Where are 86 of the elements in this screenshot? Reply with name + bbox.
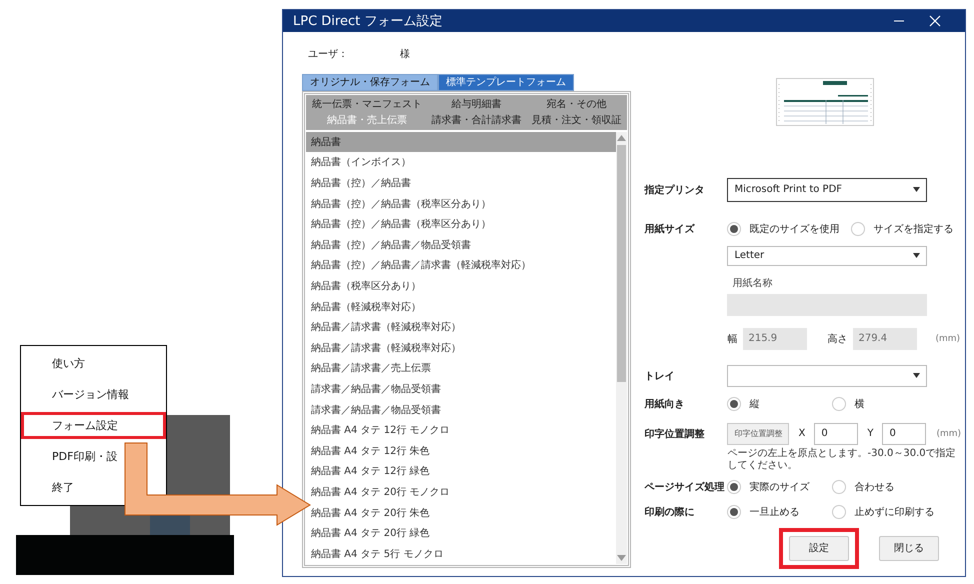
hint-text: ページの左上を原点とします。-30.0～30.0で指定してください。: [727, 448, 957, 472]
radio-label: 一旦止める: [749, 506, 800, 519]
width-field[interactable]: 215.9: [743, 328, 808, 350]
radio-button[interactable]: [832, 396, 846, 411]
category-tab[interactable]: 見積・注文・領収証: [531, 112, 622, 128]
menu-item[interactable]: 使い方: [21, 350, 166, 377]
radio-label: 合わせる: [854, 480, 894, 494]
menu-item[interactable]: フォーム設定: [21, 412, 166, 439]
radio-button[interactable]: [832, 480, 846, 494]
list-item[interactable]: 納品書（控）／納品書（税率区分あり）: [306, 193, 616, 214]
list-item[interactable]: 納品書 A4 タテ 12行 朱色: [306, 440, 616, 462]
scroll-down-icon[interactable]: [617, 555, 626, 561]
radio-label: 縦: [749, 398, 760, 411]
user-suffix: 様: [400, 48, 410, 61]
list-item[interactable]: 納品書／請求書／売上伝票: [306, 358, 616, 379]
y-label: Y: [867, 428, 874, 440]
menu-item[interactable]: 終了: [21, 474, 166, 501]
list-item[interactable]: 納品書／請求書（軽減税率対応）: [306, 337, 616, 358]
list-item[interactable]: 納品書 A4 タテ 5行 モノクロ: [306, 543, 616, 564]
dialog-button[interactable]: 設定: [789, 536, 849, 561]
field-label: 用紙サイズ: [644, 222, 696, 236]
list-item[interactable]: 請求書／納品書／物品受領書: [306, 399, 616, 420]
paper-name-field[interactable]: [727, 294, 928, 316]
offset-button[interactable]: 印字位置調整: [727, 422, 790, 445]
list-item[interactable]: 納品書（控）／納品書（税率区分あり）: [306, 214, 616, 234]
close-icon[interactable]: [929, 14, 941, 27]
radio-label: 実際のサイズ: [749, 480, 810, 494]
list-item[interactable]: 納品書（控）／納品書: [306, 172, 616, 194]
x-label: X: [798, 428, 806, 440]
list-item[interactable]: 請求書／納品書／物品受領書: [306, 378, 616, 400]
list-item[interactable]: 納品書（控）／納品書／物品受領書: [306, 234, 616, 256]
list-item[interactable]: 納品書 A4 タテ 12行 緑色: [306, 461, 616, 482]
radio-label: 止めずに印刷する: [854, 506, 934, 519]
dropdown-caret-icon: [913, 373, 920, 378]
printer-dropdown[interactable]: Microsoft Print to PDF: [727, 178, 928, 202]
field-label: 用紙向き: [644, 398, 686, 411]
category-tab[interactable]: 給与明細書: [432, 96, 522, 112]
list-item[interactable]: 納品書: [306, 132, 616, 152]
radio-button[interactable]: [727, 222, 742, 236]
y-field[interactable]: 0: [882, 422, 926, 445]
list-item[interactable]: 納品書／請求書（軽減税率対応）: [306, 316, 616, 338]
unit-label: (mm): [936, 428, 961, 439]
radio-button[interactable]: [727, 480, 742, 494]
scrollbar[interactable]: [616, 132, 628, 564]
user-label: ユーザ：: [307, 48, 349, 61]
x-field[interactable]: 0: [814, 422, 858, 445]
menu-item[interactable]: バージョン情報: [21, 381, 166, 408]
tray-dropdown[interactable]: [727, 364, 928, 387]
radio-label: 既定のサイズを使用: [749, 222, 840, 236]
category-tab[interactable]: 宛名・その他: [531, 96, 622, 112]
dialog-button[interactable]: 閉じる: [879, 536, 939, 561]
category-tab[interactable]: 統一伝票・マニフェスト: [312, 96, 422, 112]
tab[interactable]: オリジナル・保存フォーム: [302, 74, 438, 91]
list-item[interactable]: 納品書 A4 タテ 12行 モノクロ: [306, 420, 616, 440]
list-item[interactable]: 納品書 A4 タテ 20行 緑色: [306, 522, 616, 544]
radio-label: サイズを指定する: [873, 222, 954, 236]
radio-label: 横: [854, 398, 864, 411]
radio-button[interactable]: [832, 504, 846, 519]
tab[interactable]: 標準テンプレートフォーム: [438, 74, 574, 91]
list-item[interactable]: 納品書 A4 タテ 20行 朱色: [306, 502, 616, 523]
list-item[interactable]: 納品書（控）／納品書／請求書（軽減税率対応）: [306, 255, 616, 276]
list-item[interactable]: 納品書（インボイス）: [306, 152, 616, 173]
scroll-thumb[interactable]: [617, 144, 626, 382]
window-title: LPC Direct フォーム設定: [293, 12, 444, 30]
menu-item[interactable]: PDF印刷・設: [21, 443, 166, 470]
field-label: トレイ: [644, 370, 676, 383]
height-label: 高さ: [827, 332, 848, 346]
dropdown-caret-icon: [913, 253, 920, 258]
field-label: 印字位置調整: [644, 427, 706, 441]
dropdown-caret-icon: [913, 187, 920, 192]
list-item[interactable]: 納品書 A4 タテ 20行 モノクロ: [306, 482, 616, 502]
paper-name-label: 用紙名称: [731, 276, 774, 291]
list-item[interactable]: 納品書（税率区分あり）: [306, 276, 616, 296]
scroll-up-icon[interactable]: [617, 134, 626, 141]
width-label: 幅: [727, 332, 738, 346]
field-label: 指定プリンタ: [644, 183, 706, 197]
list-item[interactable]: 納品書（軽減税率対応）: [306, 296, 616, 317]
paper-size-dropdown[interactable]: Letter: [727, 246, 928, 266]
radio-button[interactable]: [727, 504, 742, 519]
height-field[interactable]: 279.4: [853, 328, 918, 350]
radio-button[interactable]: [851, 222, 866, 236]
field-label: 印刷の際に: [644, 506, 696, 519]
unit-label: (mm): [935, 334, 960, 344]
field-label: ページサイズ処理: [644, 480, 726, 494]
radio-button[interactable]: [727, 396, 742, 411]
category-tab[interactable]: 請求書・合計請求書: [432, 112, 522, 128]
